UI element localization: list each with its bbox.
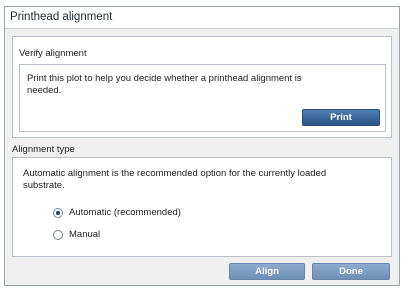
manual-option[interactable]: Manual: [53, 229, 100, 240]
title-bar: Printhead alignment: [5, 7, 399, 29]
manual-radio[interactable]: [53, 229, 63, 240]
manual-option-label: Manual: [69, 229, 101, 240]
automatic-option[interactable]: Automatic (recommended): [53, 207, 181, 218]
alignment-description-line1: Automatic alignment is the recommended o…: [23, 168, 327, 179]
dialog-title: Printhead alignment: [10, 11, 113, 23]
align-button[interactable]: Align: [229, 263, 305, 280]
radio-selected-dot: [56, 210, 60, 215]
verify-alignment-heading: Verify alignment: [19, 48, 87, 59]
alignment-description-line2: substrate.: [23, 180, 65, 191]
alignment-type-heading: Alignment type: [12, 144, 75, 155]
verify-description-line1: Print this plot to help you decide wheth…: [27, 73, 302, 84]
printhead-alignment-dialog: Printhead alignment Verify alignment Pri…: [4, 6, 400, 286]
verify-description-line2: needed.: [27, 85, 62, 96]
done-button[interactable]: Done: [312, 263, 390, 280]
print-button[interactable]: Print: [302, 109, 380, 126]
automatic-option-label: Automatic (recommended): [69, 207, 181, 218]
automatic-radio[interactable]: [53, 207, 63, 218]
